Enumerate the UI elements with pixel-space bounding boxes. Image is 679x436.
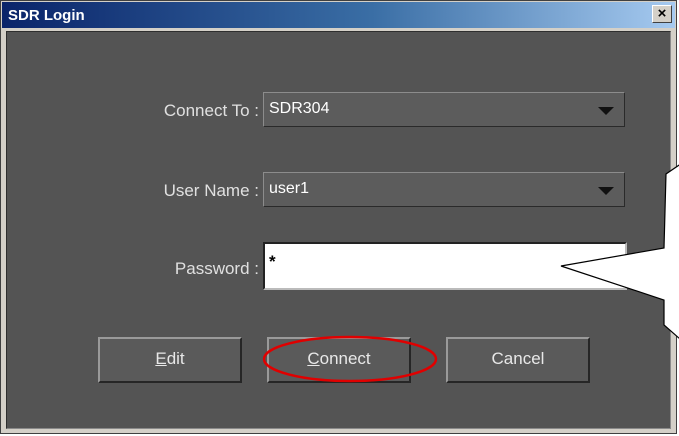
connect-to-label: Connect To : bbox=[163, 101, 259, 120]
window-title: SDR Login bbox=[8, 7, 85, 24]
connect-label-rest: onnect bbox=[319, 349, 371, 368]
user-name-value: user1 bbox=[269, 180, 310, 197]
title-bar[interactable]: SDR Login × bbox=[2, 2, 675, 28]
cancel-label: Cancel bbox=[491, 349, 545, 368]
edit-button[interactable]: Edit bbox=[98, 337, 242, 383]
password-value: * bbox=[269, 252, 276, 271]
user-name-select[interactable]: user1 bbox=[263, 172, 625, 207]
connect-to-value: SDR304 bbox=[269, 100, 330, 117]
password-field[interactable]: * bbox=[263, 242, 627, 290]
chevron-down-icon[interactable] bbox=[598, 187, 614, 195]
close-button[interactable]: × bbox=[652, 5, 672, 23]
connect-button[interactable]: Connect bbox=[267, 337, 411, 383]
connect-mnemonic: C bbox=[307, 349, 320, 368]
password-label: Password : bbox=[174, 259, 259, 278]
connect-to-select[interactable]: SDR304 bbox=[263, 92, 625, 127]
cancel-button[interactable]: Cancel bbox=[446, 337, 590, 383]
edit-label-rest: dit bbox=[166, 349, 185, 368]
chevron-down-icon[interactable] bbox=[598, 107, 614, 115]
user-name-label: User Name : bbox=[163, 181, 259, 200]
edit-mnemonic: E bbox=[155, 349, 167, 368]
close-icon: × bbox=[657, 5, 667, 22]
